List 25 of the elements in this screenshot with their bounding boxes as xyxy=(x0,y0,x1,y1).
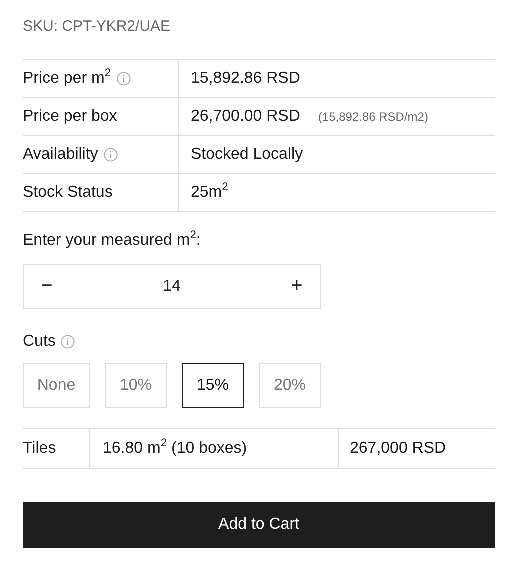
info-icon[interactable] xyxy=(117,72,132,86)
add-to-cart-button[interactable]: Add to Cart xyxy=(23,502,495,548)
table-cell: 25m$^{2}$ xyxy=(178,174,495,211)
sku-text: SKU: CPT-YKR2/UAE xyxy=(23,18,172,37)
cuts-label: Cuts xyxy=(23,333,56,351)
table-cell: 16.80 m$^{2}$ (10 boxes) xyxy=(89,429,338,468)
table-cell-text: Stock Status xyxy=(23,182,114,202)
table-cell: 15,892.86 RSD xyxy=(178,60,495,97)
info-icon[interactable] xyxy=(104,148,118,162)
table-cell: 26,700.00 RSD (15,892.86 RSD/m2) xyxy=(178,98,495,135)
cut-option[interactable]: 15% xyxy=(182,363,244,408)
quantity-stepper[interactable]: − 14 + xyxy=(23,264,321,309)
cut-option[interactable]: None xyxy=(23,363,90,408)
cut-option[interactable]: 20% xyxy=(259,363,321,408)
table-cell: Stocked Locally xyxy=(178,136,495,173)
decrement-button[interactable]: − xyxy=(24,265,70,308)
table-cell-text: Tiles xyxy=(23,438,58,458)
field-label: Enter your measured m$^{2}$: xyxy=(23,232,201,250)
info-icon[interactable] xyxy=(60,335,75,349)
table-cell: 267,000 RSD xyxy=(338,429,495,468)
table-cell: Price per m$^{2}$ xyxy=(23,60,178,97)
table-cell: Availability xyxy=(23,136,178,173)
increment-button[interactable]: + xyxy=(274,265,320,308)
table-cell-text: Price per box xyxy=(23,106,118,126)
cut-option[interactable]: 10% xyxy=(105,363,167,408)
